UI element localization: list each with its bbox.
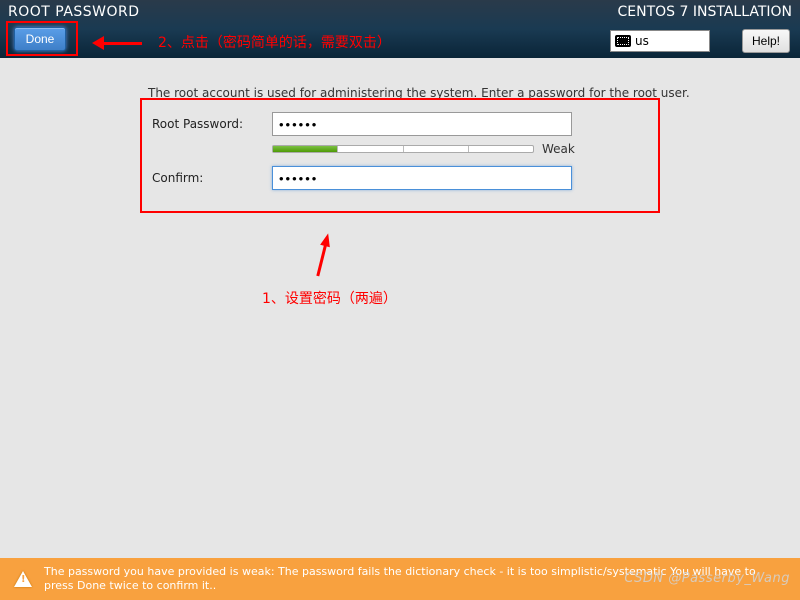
- root-password-input[interactable]: [272, 112, 572, 136]
- page-title: ROOT PASSWORD: [8, 4, 140, 20]
- annotation-arrow-left: [92, 36, 142, 50]
- annotation-text-middle: 1、设置密码（两遍）: [262, 288, 397, 308]
- annotation-arrow-up: [320, 233, 330, 277]
- done-button[interactable]: Done: [14, 27, 66, 51]
- keyboard-layout-label: us: [635, 34, 649, 48]
- install-title: CENTOS 7 INSTALLATION: [618, 4, 792, 20]
- password-strength-row: Weak: [272, 142, 648, 156]
- root-password-row: Root Password:: [152, 112, 648, 136]
- password-form-highlight: Root Password: Weak Confirm:: [140, 98, 660, 213]
- keyboard-layout-selector[interactable]: us: [610, 30, 710, 52]
- header-bar: ROOT PASSWORD CENTOS 7 INSTALLATION Done…: [0, 0, 800, 58]
- password-strength-label: Weak: [542, 142, 575, 156]
- root-password-label: Root Password:: [152, 117, 272, 131]
- annotation-text-top: 2、点击（密码简单的话，需要双击）: [158, 32, 391, 52]
- warning-bar: The password you have provided is weak: …: [0, 558, 800, 600]
- warning-text: The password you have provided is weak: …: [44, 565, 786, 594]
- confirm-password-row: Confirm:: [152, 166, 648, 190]
- confirm-password-label: Confirm:: [152, 171, 272, 185]
- keyboard-icon: [615, 35, 631, 47]
- warning-icon: [14, 571, 32, 587]
- confirm-password-input[interactable]: [272, 166, 572, 190]
- password-strength-meter: [272, 145, 534, 153]
- help-button[interactable]: Help!: [742, 29, 790, 53]
